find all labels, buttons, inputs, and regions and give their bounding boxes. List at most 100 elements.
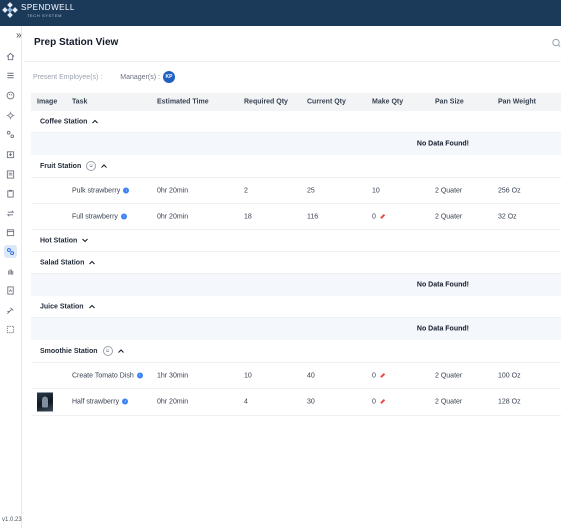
station-smoothie[interactable]: Smoothie Station ☺ xyxy=(31,340,561,363)
make-qty-value: 0 xyxy=(372,398,376,406)
pan-weight-cell: 100 Oz xyxy=(498,372,521,379)
clipboard-icon[interactable] xyxy=(4,187,17,200)
prep-table: Image Task Estimated Time Required Qty C… xyxy=(31,93,561,416)
chevron-up-icon[interactable] xyxy=(89,260,96,265)
info-icon[interactable]: i xyxy=(122,398,129,405)
station-coffee[interactable]: Coffee Station xyxy=(31,111,561,133)
pan-size-cell: 2 Quater xyxy=(435,372,463,379)
chevron-up-icon[interactable] xyxy=(117,349,124,353)
chevron-up-icon[interactable] xyxy=(88,304,95,309)
station-juice[interactable]: Juice Station xyxy=(31,296,561,318)
required-qty-cell: 10 xyxy=(244,372,252,379)
edit-pencil-icon[interactable] xyxy=(380,372,385,378)
menu-icon[interactable] xyxy=(4,69,17,82)
header-current-qty: Current Qty xyxy=(307,98,346,106)
make-qty-value: 0 xyxy=(372,213,376,220)
main-content: Prep Station View Present Employee(s) : … xyxy=(23,26,561,528)
pan-size-cell: 2 Quater xyxy=(435,398,463,406)
prep-station-icon[interactable] xyxy=(4,245,17,258)
report-icon[interactable] xyxy=(4,284,17,297)
app-version: v1.0.23 xyxy=(2,517,22,523)
table-row[interactable]: Half strawberry i 0hr 20min 4 30 0 2 Quat… xyxy=(31,389,561,416)
palette-icon[interactable] xyxy=(4,89,17,102)
calendar-icon[interactable] xyxy=(4,226,17,239)
swap-icon[interactable] xyxy=(4,207,17,220)
inbox-icon[interactable] xyxy=(4,148,17,161)
brand-logo[interactable]: SPENDWELL TECH SYSTEM xyxy=(2,2,75,18)
dashboard-icon[interactable] xyxy=(4,323,17,336)
assign-user-icon[interactable]: ☺ xyxy=(102,346,113,356)
header-pan-size: Pan Size xyxy=(435,98,464,106)
table-row[interactable]: Create Tomato Dish i 1hr 30min 10 40 0 2 … xyxy=(31,363,561,389)
no-data-text: No Data Found! xyxy=(416,281,469,289)
pan-weight-cell: 256 Oz xyxy=(498,187,521,194)
chevron-up-icon[interactable] xyxy=(101,164,108,168)
assign-user-icon[interactable]: ☺ xyxy=(86,161,97,171)
task-cell: Half strawberry i xyxy=(72,398,129,406)
make-qty-cell[interactable]: 0 xyxy=(372,372,385,379)
make-qty-cell[interactable]: 0 xyxy=(372,399,385,406)
edit-pencil-icon[interactable] xyxy=(380,399,385,404)
list-icon[interactable] xyxy=(4,168,17,181)
info-icon[interactable]: i xyxy=(136,372,143,379)
header-estimated-time: Estimated Time xyxy=(157,98,209,106)
task-image xyxy=(37,392,53,412)
station-salad[interactable]: Salad Station xyxy=(31,252,561,274)
sidebar: » v1.0.23 xyxy=(0,26,22,528)
home-icon[interactable] xyxy=(4,50,17,63)
sidebar-expand-button[interactable]: » xyxy=(16,30,22,41)
managers-label: Manager(s) : xyxy=(120,73,160,81)
hand-icon[interactable] xyxy=(4,265,17,278)
table-row[interactable]: Pulk strawberry i 0hr 20min 2 25 10 2 Qua… xyxy=(31,178,561,204)
station-name: Salad Station xyxy=(40,259,85,266)
station-name: Fruit Station xyxy=(40,162,82,170)
station-hot[interactable]: Hot Station xyxy=(31,230,561,252)
pan-weight-cell: 32 Oz xyxy=(498,213,517,220)
header-required-qty: Required Qty xyxy=(244,98,288,106)
no-data-row: No Data Found! xyxy=(31,318,561,340)
top-bar: SPENDWELL TECH SYSTEM xyxy=(0,0,561,26)
time-cell: 1hr 30min xyxy=(157,372,189,379)
station-name: Coffee Station xyxy=(40,118,88,125)
task-cell: Pulk strawberry i xyxy=(72,187,130,194)
current-qty-cell: 30 xyxy=(307,398,315,406)
task-name: Create Tomato Dish xyxy=(72,372,134,379)
tools-icon[interactable] xyxy=(4,304,17,317)
task-name: Pulk strawberry xyxy=(72,187,121,194)
station-fruit[interactable]: Fruit Station ☺ xyxy=(31,155,561,178)
make-qty-cell: 10 xyxy=(372,187,380,194)
divider xyxy=(23,61,561,62)
header-pan-weight: Pan Weight xyxy=(498,98,536,106)
no-data-row: No Data Found! xyxy=(31,133,561,155)
station-name: Hot Station xyxy=(40,237,78,244)
make-qty-cell[interactable]: 0 xyxy=(372,213,385,220)
brand-subtitle: TECH SYSTEM xyxy=(27,12,63,18)
info-icon[interactable]: i xyxy=(123,187,130,194)
task-cell: Full strawberry i xyxy=(72,213,127,220)
present-employees-label: Present Employee(s) : xyxy=(33,73,103,81)
edit-pencil-icon[interactable] xyxy=(380,213,385,219)
pan-size-cell: 2 Quater xyxy=(435,213,463,220)
required-qty-cell: 2 xyxy=(244,187,248,194)
table-header: Image Task Estimated Time Required Qty C… xyxy=(31,93,561,111)
make-qty-value: 0 xyxy=(372,372,376,379)
nodes-icon[interactable] xyxy=(4,128,17,141)
info-icon[interactable]: i xyxy=(120,213,127,220)
no-data-text: No Data Found! xyxy=(416,325,469,333)
settings-gear-icon[interactable] xyxy=(4,109,17,122)
search-icon[interactable] xyxy=(551,38,561,48)
chevron-up-icon[interactable] xyxy=(92,119,99,124)
current-qty-cell: 25 xyxy=(307,187,315,194)
current-qty-cell: 116 xyxy=(307,213,319,220)
table-row[interactable]: Full strawberry i 0hr 20min 18 116 0 2 Qu… xyxy=(31,204,561,230)
current-qty-cell: 40 xyxy=(307,372,315,379)
employee-summary: Present Employee(s) : Manager(s) : KP xyxy=(33,71,175,83)
required-qty-cell: 4 xyxy=(244,398,248,406)
chevron-down-icon[interactable] xyxy=(82,238,89,243)
logo-mark-icon xyxy=(2,2,18,18)
manager-avatar[interactable]: KP xyxy=(162,71,175,83)
pan-weight-cell: 128 Oz xyxy=(498,398,521,406)
header-make-qty: Make Qty xyxy=(372,98,404,106)
time-cell: 0hr 20min xyxy=(157,187,189,194)
station-name: Smoothie Station xyxy=(40,347,98,355)
